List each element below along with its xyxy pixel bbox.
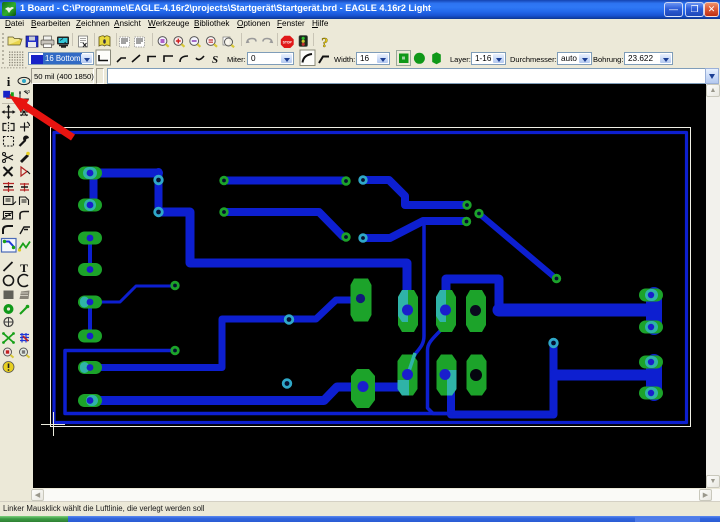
svg-text:T: T: [20, 261, 28, 275]
svg-text:STOP: STOP: [283, 41, 293, 45]
svg-text:?: ?: [321, 36, 328, 48]
svg-text:S: S: [212, 54, 218, 66]
